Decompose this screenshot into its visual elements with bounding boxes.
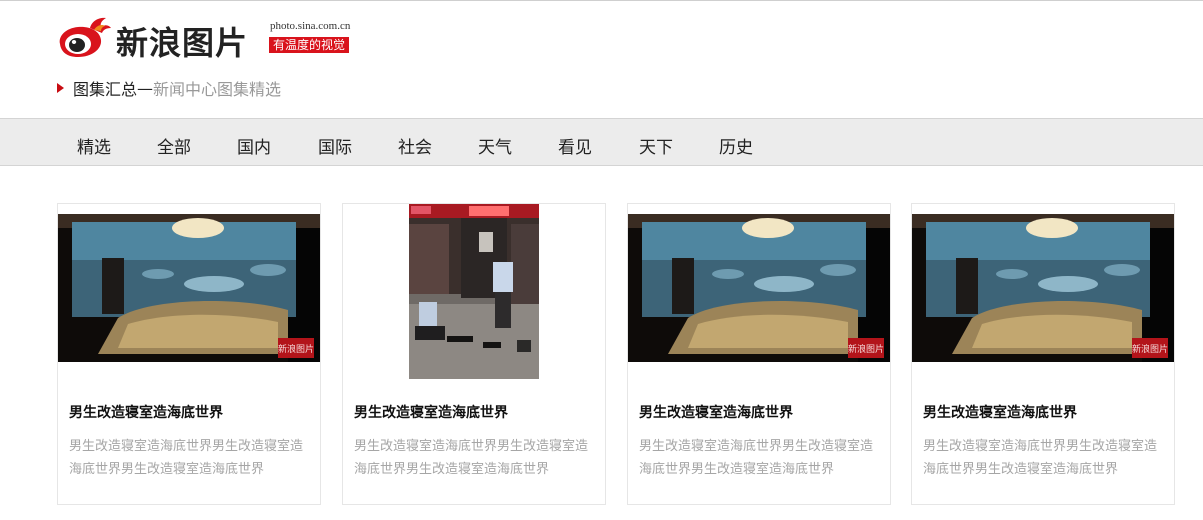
breadcrumb: 图集汇总 — 新闻中心图集精选	[57, 76, 282, 100]
card-description: 男生改造寝室造海底世界男生改造寝室造海底世界男生改造寝室造海底世界	[923, 439, 1158, 477]
card-description: 男生改造寝室造海底世界男生改造寝室造海底世界男生改造寝室造海底世界	[354, 439, 589, 477]
breadcrumb-separator: —	[137, 78, 154, 98]
bedroom-ocean-mural-image: 新浪图片	[628, 214, 890, 362]
bedroom-ocean-mural-image: 新浪图片	[58, 214, 320, 362]
breadcrumb-main[interactable]: 图集汇总	[73, 76, 137, 100]
photo-card[interactable]: 新浪图片 男生改造寝室造海底世界 男生改造寝室造海底世界男生改造寝室造海底世界男…	[57, 203, 321, 505]
watermark-text: 新浪图片	[848, 343, 884, 355]
card-photo[interactable]: 新浪图片	[912, 214, 1174, 362]
card-title[interactable]: 男生改造寝室造海底世界	[354, 402, 508, 422]
street-police-scene-image	[409, 204, 539, 379]
nav-item-domestic[interactable]: 国内	[237, 133, 271, 158]
logo-domain: photo.sina.com.cn	[270, 20, 351, 32]
card-photo[interactable]: 新浪图片	[58, 214, 320, 362]
card-title[interactable]: 男生改造寝室造海底世界	[639, 402, 793, 422]
watermark-text: 新浪图片	[1132, 343, 1168, 355]
logo-text: 新浪图片	[116, 24, 249, 62]
category-nav: 精选 全部 国内 国际 社会 天气 看见 天下 历史	[0, 118, 1203, 166]
card-photo[interactable]	[409, 204, 539, 379]
photo-card[interactable]: 新浪图片 男生改造寝室造海底世界 男生改造寝室造海底世界男生改造寝室造海底世界男…	[911, 203, 1175, 505]
triangle-right-icon	[57, 83, 64, 93]
photo-card[interactable]: 新浪图片 男生改造寝室造海底世界 男生改造寝室造海底世界男生改造寝室造海底世界男…	[627, 203, 891, 505]
nav-item-international[interactable]: 国际	[318, 133, 352, 158]
sina-photo-logo[interactable]: 新浪图片 photo.sina.com.cn 有温度的视觉	[56, 14, 376, 62]
watermark-text: 新浪图片	[278, 343, 314, 355]
nav-item-society[interactable]: 社会	[398, 133, 432, 158]
nav-item-seen[interactable]: 看见	[558, 133, 592, 158]
nav-item-featured[interactable]: 精选	[77, 133, 111, 158]
card-description: 男生改造寝室造海底世界男生改造寝室造海底世界男生改造寝室造海底世界	[639, 439, 874, 477]
top-divider	[0, 0, 1203, 1]
nav-item-all[interactable]: 全部	[157, 133, 191, 158]
nav-item-history[interactable]: 历史	[719, 133, 753, 158]
nav-item-weather[interactable]: 天气	[478, 133, 512, 158]
logo-slogan: 有温度的视觉	[269, 37, 350, 53]
sina-eye-logo-icon	[59, 17, 111, 57]
card-photo[interactable]: 新浪图片	[628, 214, 890, 362]
bedroom-ocean-mural-image: 新浪图片	[912, 214, 1174, 362]
card-description: 男生改造寝室造海底世界男生改造寝室造海底世界男生改造寝室造海底世界	[69, 439, 304, 477]
card-title[interactable]: 男生改造寝室造海底世界	[69, 402, 223, 422]
card-title[interactable]: 男生改造寝室造海底世界	[923, 402, 1077, 422]
breadcrumb-sub: 新闻中心图集精选	[153, 80, 282, 99]
photo-card[interactable]: 男生改造寝室造海底世界 男生改造寝室造海底世界男生改造寝室造海底世界男生改造寝室…	[342, 203, 606, 505]
page: 新浪图片 photo.sina.com.cn 有温度的视觉 图集汇总 — 新闻中…	[0, 0, 1203, 520]
nav-item-world[interactable]: 天下	[639, 133, 673, 158]
